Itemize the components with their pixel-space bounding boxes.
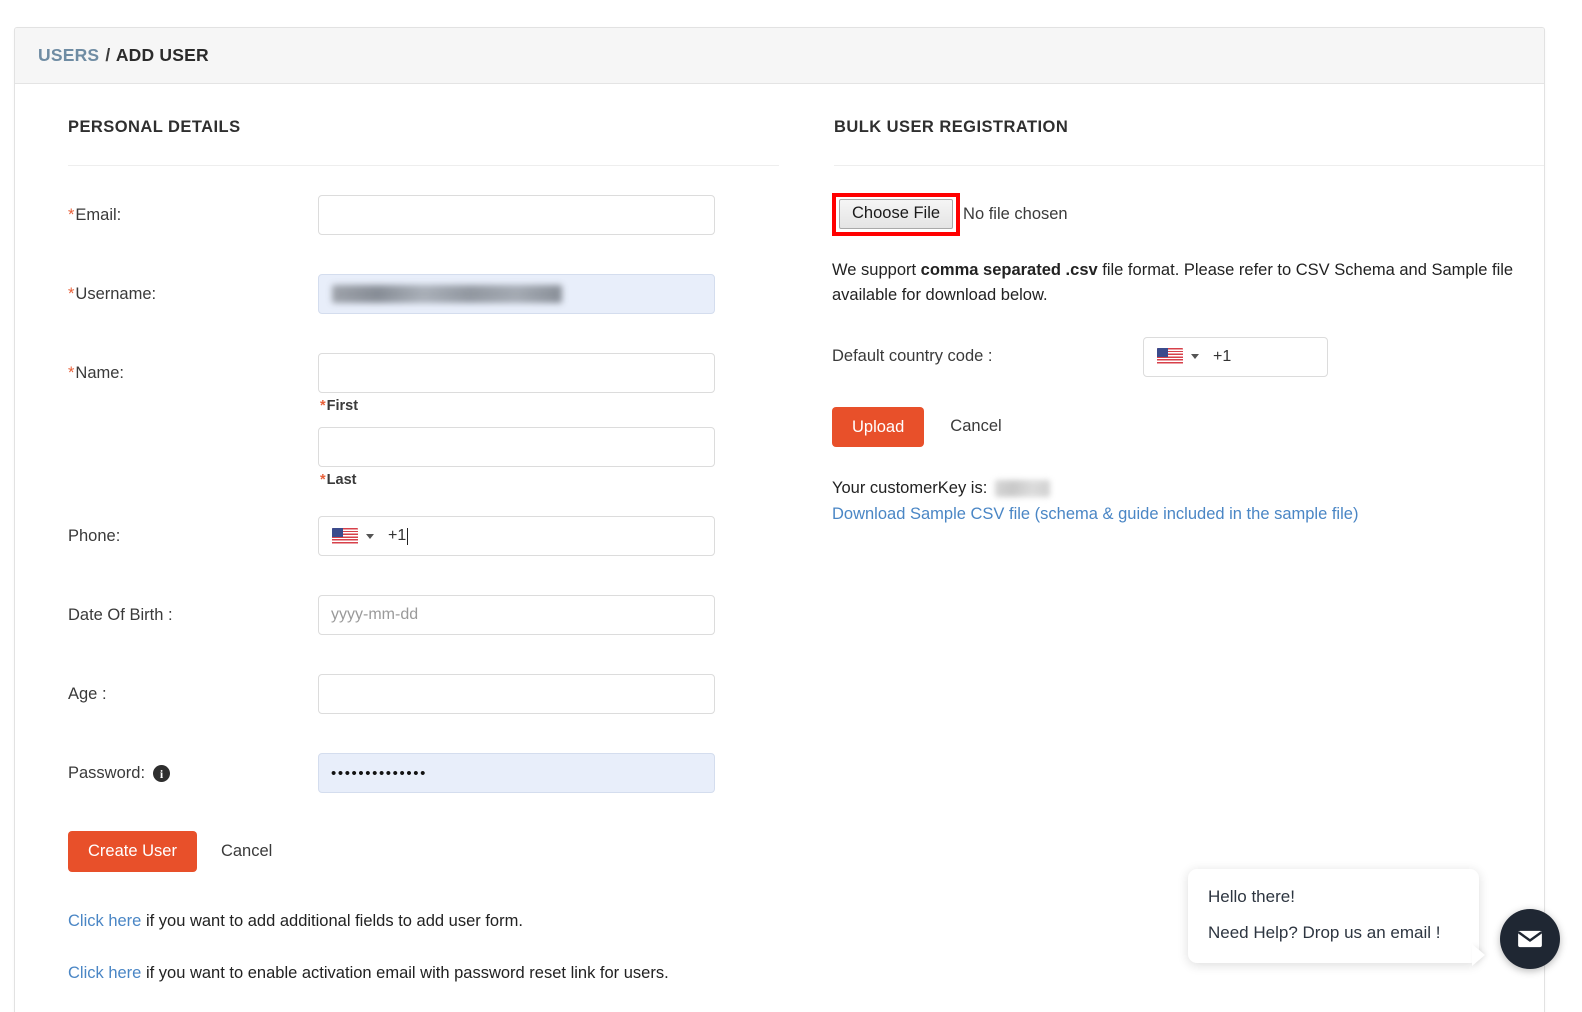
password-label-text: Password: (68, 764, 146, 782)
dob-row: Date Of Birth : (68, 595, 798, 635)
age-label: Age : (68, 674, 318, 704)
personal-details-divider (68, 165, 779, 166)
email-control (318, 195, 715, 235)
username-control (318, 274, 715, 314)
first-sublabel-text: First (326, 398, 359, 414)
personal-details-panel: PERSONAL DETAILS * Email: * Username: * … (15, 84, 798, 983)
additional-fields-hint-text: if you want to add additional fields to … (141, 911, 523, 930)
dob-control (318, 595, 715, 635)
name-row: * Name: *First *Last (68, 353, 798, 488)
breadcrumb-users-link[interactable]: USERS (38, 45, 99, 65)
phone-label: Phone: (68, 516, 318, 546)
phone-input[interactable]: +1 (318, 516, 715, 556)
password-label: Password: i (68, 753, 318, 783)
info-icon[interactable]: i (153, 765, 171, 782)
us-flag-icon (1157, 348, 1183, 366)
name-label: * Name: (68, 353, 318, 383)
phone-row: Phone: +1 (68, 516, 798, 556)
bulk-registration-panel: BULK USER REGISTRATION Choose File No fi… (798, 84, 1544, 983)
name-required-mark: * (68, 364, 75, 382)
chat-greeting-text: Hello there! (1208, 887, 1295, 906)
csv-support-bold: comma separated .csv (920, 260, 1098, 279)
default-country-code-label: Default country code : (832, 347, 993, 366)
dob-label: Date Of Birth : (68, 595, 318, 625)
phone-control: +1 (318, 516, 715, 556)
breadcrumb: USERS / ADD USER (38, 45, 209, 66)
chevron-down-icon[interactable] (366, 533, 374, 539)
email-label: * Email: (68, 195, 318, 225)
annotation-highlight-box: Choose File (832, 193, 961, 236)
last-required-mark: * (320, 472, 326, 488)
default-country-code-row: Default country code : +1 (832, 336, 1510, 377)
csv-support-text: We support comma separated .csv file for… (832, 258, 1542, 309)
page-root: USERS / ADD USER PERSONAL DETAILS * Emai… (0, 0, 1582, 1012)
first-required-mark: * (320, 398, 326, 414)
create-user-button[interactable]: Create User (68, 831, 197, 872)
default-country-code-input[interactable]: +1 (1143, 336, 1328, 377)
age-row: Age : (68, 674, 798, 714)
chat-bubble-tail (1472, 944, 1485, 966)
download-sample-csv-link[interactable]: Download Sample CSV file (schema & guide… (832, 505, 1510, 524)
password-row: Password: i (68, 753, 798, 793)
chevron-down-icon[interactable] (1191, 354, 1199, 360)
csv-support-prefix: We support (832, 260, 921, 279)
first-name-sublabel: *First (320, 398, 715, 414)
bulk-registration-divider (834, 165, 1544, 166)
username-row: * Username: (68, 274, 798, 314)
chat-prompt-text: Need Help? Drop us an email ! (1208, 923, 1441, 942)
add-user-card: USERS / ADD USER PERSONAL DETAILS * Emai… (14, 27, 1545, 1012)
no-file-chosen-text: No file chosen (963, 204, 1068, 223)
choose-file-button[interactable]: Choose File (839, 199, 954, 229)
phone-label-text: Phone: (68, 527, 121, 545)
username-required-mark: * (68, 285, 75, 303)
dob-input[interactable] (318, 595, 715, 635)
chat-email-button[interactable] (1500, 909, 1560, 969)
breadcrumb-current: ADD USER (115, 45, 209, 65)
password-control (318, 753, 715, 793)
password-input[interactable] (318, 753, 715, 793)
text-cursor (407, 527, 409, 545)
card-body: PERSONAL DETAILS * Email: * Username: * … (15, 84, 1544, 983)
bulk-cancel-button[interactable]: Cancel (950, 417, 1001, 436)
activation-email-hint: Click here if you want to enable activat… (68, 964, 798, 983)
file-picker-row: Choose File No file chosen (832, 193, 1068, 236)
customer-key-redacted-value (995, 480, 1051, 498)
username-redacted-value (332, 285, 562, 303)
name-control: *First *Last (318, 353, 715, 488)
username-label: * Username: (68, 274, 318, 304)
personal-details-actions: Create User Cancel (68, 831, 798, 872)
email-row: * Email: (68, 195, 798, 235)
additional-fields-link[interactable]: Click here (68, 912, 141, 930)
additional-fields-hint: Click here if you want to add additional… (68, 912, 798, 931)
customer-key-label: Your customerKey is: (832, 479, 988, 498)
username-label-text: Username: (75, 285, 157, 303)
customer-key-row: Your customerKey is: (832, 479, 1510, 498)
bulk-actions: Upload Cancel (832, 406, 1510, 448)
us-flag-icon (332, 527, 358, 545)
envelope-icon (1518, 930, 1542, 948)
bulk-registration-title: BULK USER REGISTRATION (834, 118, 1069, 136)
email-input[interactable] (318, 195, 715, 235)
default-country-dial-code: +1 (1213, 347, 1232, 365)
dob-label-text: Date Of Birth : (68, 606, 173, 624)
chat-greeting-bubble: Hello there! Need Help? Drop us an email… (1188, 869, 1479, 963)
email-label-text: Email: (75, 206, 122, 224)
activation-email-link[interactable]: Click here (68, 964, 141, 982)
upload-button[interactable]: Upload (832, 406, 925, 448)
name-label-text: Name: (75, 364, 125, 382)
breadcrumb-separator: / (105, 45, 111, 65)
age-input[interactable] (318, 674, 715, 714)
age-label-text: Age : (68, 685, 107, 703)
email-required-mark: * (68, 206, 75, 224)
activation-email-hint-text: if you want to enable activation email w… (141, 963, 669, 982)
phone-dial-code: +1 (388, 527, 407, 544)
card-header: USERS / ADD USER (15, 28, 1544, 84)
personal-details-title: PERSONAL DETAILS (68, 118, 241, 136)
first-name-input[interactable] (318, 353, 715, 393)
last-name-input[interactable] (318, 427, 715, 467)
last-name-sublabel: *Last (320, 472, 715, 488)
cancel-button[interactable]: Cancel (221, 842, 272, 861)
last-sublabel-text: Last (326, 472, 357, 488)
age-control (318, 674, 715, 714)
